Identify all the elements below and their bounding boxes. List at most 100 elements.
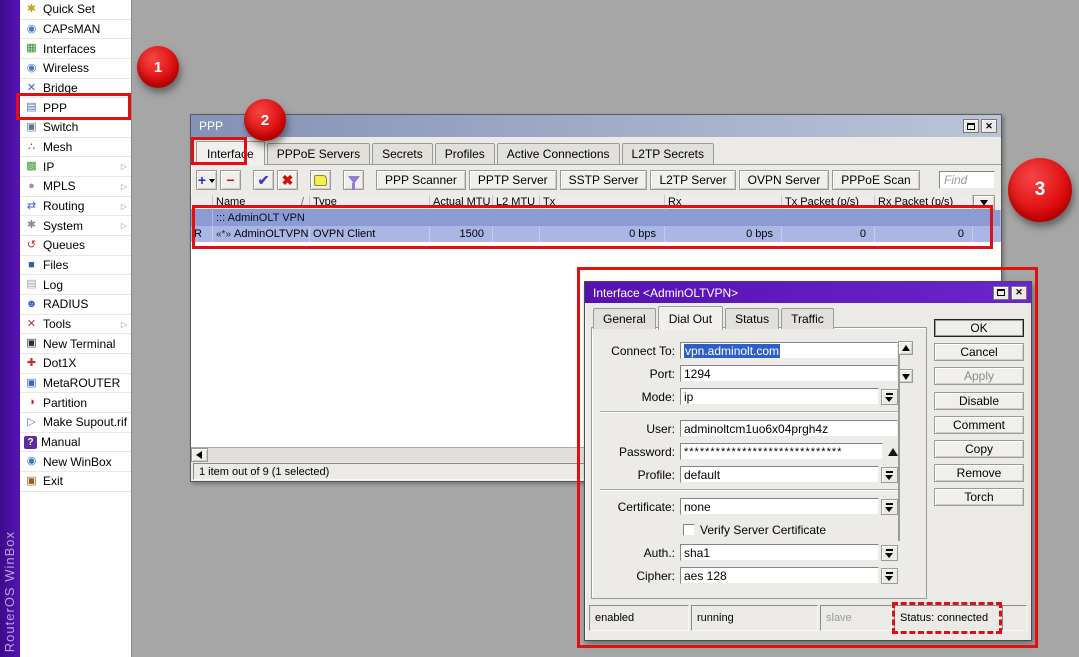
sidebar-item-new-terminal[interactable]: ▣New Terminal [20,334,131,354]
certificate-input[interactable]: none [680,498,879,515]
table-row[interactable]: R«*»AdminOLTVPNOVPN Client15000 bps0 bps… [191,226,1001,242]
sidebar-item-exit[interactable]: ▣Exit [20,472,131,492]
sidebar-item-log[interactable]: ▤Log [20,275,131,295]
column-header-rx[interactable]: Rx [665,195,782,210]
sidebar-item-mpls[interactable]: ●MPLS▷ [20,177,131,197]
row-actual-mtu-cell: 1500 [430,226,493,242]
sidebar-item-bridge[interactable]: ✕Bridge [20,79,131,99]
dialog-close-button[interactable]: ✕ [1011,286,1027,300]
remove-button[interactable]: − [220,170,241,190]
column-header-actual-mtu[interactable]: Actual MTU [430,195,493,210]
sidebar-item-dot1x[interactable]: ✚Dot1X [20,354,131,374]
sidebar-item-routing[interactable]: ⇄Routing▷ [20,197,131,217]
port-input[interactable]: 1294 [680,365,898,382]
sidebar-item-metarouter[interactable]: ▣MetaROUTER [20,374,131,394]
pptp-server-button[interactable]: PPTP Server [469,170,557,190]
table-row-comment[interactable]: ::: AdminOLT VPN [191,210,1001,226]
auth-input[interactable]: sha1 [680,544,879,561]
mode-input[interactable]: ip [680,388,879,405]
tab-l2tp-secrets[interactable]: L2TP Secrets [622,143,714,164]
filter-button[interactable] [343,170,364,190]
dialog-scrollbar[interactable] [898,341,913,591]
scrollbar-thumb[interactable] [898,355,900,541]
sidebar-item-tools[interactable]: ✕Tools▷ [20,315,131,335]
sidebar-item-new-winbox[interactable]: ◉New WinBox [20,452,131,472]
close-icon: ✕ [1015,288,1023,297]
l2tp-server-button[interactable]: L2TP Server [650,170,735,190]
column-header-tx[interactable]: Tx [540,195,665,210]
sidebar-item-ip[interactable]: ▩IP▷ [20,157,131,177]
sstp-server-button[interactable]: SSTP Server [560,170,648,190]
dialog-tab-general[interactable]: General [593,308,656,329]
sidebar-item-ppp[interactable]: ▤PPP [20,98,131,118]
password-input[interactable]: ****************************** [680,443,883,460]
tab-pppoe-servers[interactable]: PPPoE Servers [267,143,370,164]
sidebar-item-make-supout-rif[interactable]: ▷Make Supout.rif [20,413,131,433]
add-button[interactable]: + [196,170,217,190]
column-header-rx-packet-p-s[interactable]: Rx Packet (p/s) [875,195,973,210]
dialog-titlebar[interactable]: Interface <AdminOLTVPN> ✕ [585,282,1031,303]
sidebar-item-interfaces[interactable]: ▦Interfaces [20,39,131,59]
sidebar-item-capsman[interactable]: ◉CAPsMAN [20,20,131,40]
find-input[interactable] [939,171,995,189]
enable-button[interactable]: ✔ [253,170,274,190]
sidebar-item-mesh[interactable]: ∴Mesh [20,138,131,158]
dialog-maximize-button[interactable] [993,286,1009,300]
auth-dropdown-button[interactable] [881,545,898,561]
password-reveal-arrow-icon[interactable] [888,448,898,456]
close-button[interactable]: ✕ [981,119,997,133]
ppp-window-titlebar[interactable]: PPP ✕ [191,115,1001,137]
pppoe-scan-button[interactable]: PPPoE Scan [832,170,919,190]
dialog-tab-dial-out[interactable]: Dial Out [658,306,723,330]
column-header-name[interactable]: Name/ [213,195,310,210]
user-input[interactable]: adminoltcm1uo6x04prgh4z [680,420,898,437]
sidebar-item-files[interactable]: ■Files [20,256,131,276]
cancel-button[interactable]: Cancel [934,343,1024,361]
sidebar-item-manual[interactable]: ?Manual [20,433,131,453]
scroll-up-button[interactable] [898,341,913,355]
sidebar-item-quick-set[interactable]: ✱Quick Set [20,0,131,20]
sidebar-item-label: Partition [43,396,87,410]
remove-button[interactable]: Remove [934,464,1024,482]
torch-button[interactable]: Torch [934,488,1024,506]
sidebar-item-queues[interactable]: ↺Queues [20,236,131,256]
scroll-left-button[interactable] [191,448,208,462]
column-select-button[interactable] [973,195,995,210]
profile-dropdown-button[interactable] [881,467,898,483]
ovpn-server-button[interactable]: OVPN Server [739,170,830,190]
checkbox-label: Verify Server Certificate [700,523,826,537]
column-header-l2-mtu[interactable]: L2 MTU [493,195,540,210]
mode-dropdown-button[interactable] [881,389,898,405]
dialog-tab-status[interactable]: Status [725,308,779,329]
scrollbar-track[interactable] [898,355,900,369]
ok-button[interactable]: OK [934,319,1024,337]
scroll-down-button[interactable] [898,369,913,383]
tab-active-connections[interactable]: Active Connections [497,143,620,164]
cipher-dropdown-button[interactable] [881,568,898,584]
sidebar-item-system[interactable]: ✱System▷ [20,216,131,236]
disable-button[interactable]: ✖ [277,170,298,190]
dialog-tab-traffic[interactable]: Traffic [781,308,834,329]
sidebar-item-wireless[interactable]: ◉Wireless [20,59,131,79]
tab-secrets[interactable]: Secrets [372,143,433,164]
profile-input[interactable]: default [680,466,879,483]
comment-button[interactable]: Comment [934,416,1024,434]
tab-profiles[interactable]: Profiles [435,143,495,164]
column-header-type[interactable]: Type [310,195,430,210]
disable-button[interactable]: Disable [934,392,1024,410]
connect-to-input[interactable]: vpn.adminolt.com [680,342,898,359]
column-header-flags[interactable] [191,195,213,210]
certificate-dropdown-button[interactable] [881,499,898,515]
sidebar-item-partition[interactable]: ◑Partition [20,393,131,413]
column-header-tx-packet-p-s[interactable]: Tx Packet (p/s) [782,195,875,210]
maximize-button[interactable] [963,119,979,133]
cipher-input[interactable]: aes 128 [680,567,879,584]
verify-server-certificate-checkbox[interactable] [683,524,695,536]
apply-button[interactable]: Apply [934,367,1024,385]
comment-button[interactable] [310,170,331,190]
sidebar-item-switch[interactable]: ▣Switch [20,118,131,138]
copy-button[interactable]: Copy [934,440,1024,458]
ppp-scanner-button[interactable]: PPP Scanner [376,170,466,190]
sidebar-item-radius[interactable]: ☻RADIUS [20,295,131,315]
tab-interface[interactable]: Interface [196,141,265,165]
